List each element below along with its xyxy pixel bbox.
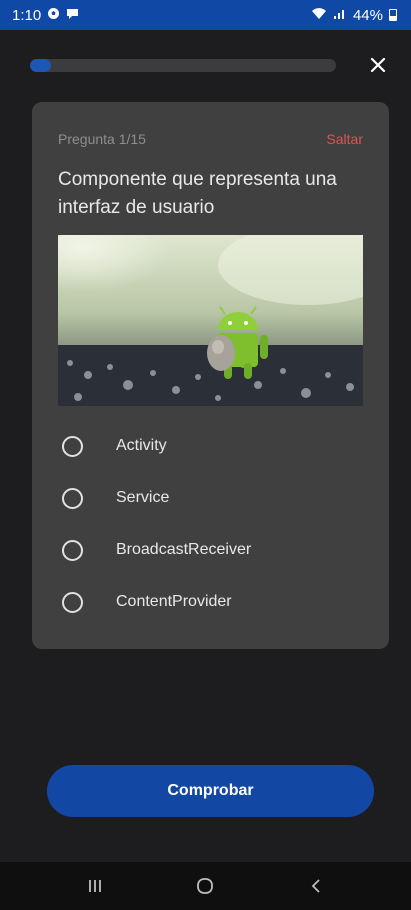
close-icon bbox=[370, 57, 386, 73]
option-activity[interactable]: Activity bbox=[62, 420, 362, 472]
question-card: Pregunta 1/15 Saltar Componente que repr… bbox=[32, 102, 389, 649]
option-service[interactable]: Service bbox=[62, 472, 362, 524]
battery-icon bbox=[389, 9, 397, 21]
check-button[interactable]: Comprobar bbox=[47, 765, 374, 817]
option-contentprovider[interactable]: ContentProvider bbox=[62, 576, 362, 628]
question-counter: Pregunta 1/15 bbox=[58, 131, 146, 147]
back-button[interactable] bbox=[296, 866, 336, 906]
radio-button[interactable] bbox=[62, 487, 83, 509]
back-icon bbox=[311, 879, 320, 893]
signal-icon bbox=[333, 7, 347, 24]
option-broadcastreceiver[interactable]: BroadcastReceiver bbox=[62, 524, 362, 576]
radio-button[interactable] bbox=[62, 435, 83, 457]
clock: 1:10 bbox=[12, 6, 42, 24]
soccer-ball-icon bbox=[47, 7, 60, 23]
system-nav-bar bbox=[0, 862, 411, 910]
status-bar: 1:10 44% bbox=[0, 0, 411, 30]
status-right: 44% bbox=[311, 7, 397, 24]
recent-apps-icon bbox=[89, 880, 102, 892]
android-mascot-image bbox=[58, 235, 363, 406]
home-button[interactable] bbox=[185, 866, 225, 906]
answer-options: Activity Service BroadcastReceiver Conte… bbox=[62, 420, 362, 628]
progress-bar bbox=[30, 59, 336, 72]
chat-bubble-icon bbox=[66, 7, 79, 23]
progress-fill bbox=[30, 59, 51, 72]
skip-button[interactable]: Saltar bbox=[326, 131, 363, 147]
option-label: Service bbox=[116, 489, 170, 506]
radio-button[interactable] bbox=[62, 591, 83, 613]
home-icon bbox=[197, 878, 214, 894]
radio-button[interactable] bbox=[62, 539, 83, 561]
quiz-header bbox=[30, 55, 390, 77]
wifi-icon bbox=[311, 7, 327, 24]
option-label: ContentProvider bbox=[116, 593, 232, 610]
status-left: 1:10 bbox=[12, 7, 79, 24]
option-label: Activity bbox=[116, 437, 167, 454]
option-label: BroadcastReceiver bbox=[116, 541, 252, 558]
close-button[interactable] bbox=[366, 53, 390, 77]
recent-apps-button[interactable] bbox=[75, 866, 115, 906]
question-text: Componente que representa una interfaz d… bbox=[58, 169, 337, 218]
battery-percent: 44% bbox=[352, 6, 383, 24]
